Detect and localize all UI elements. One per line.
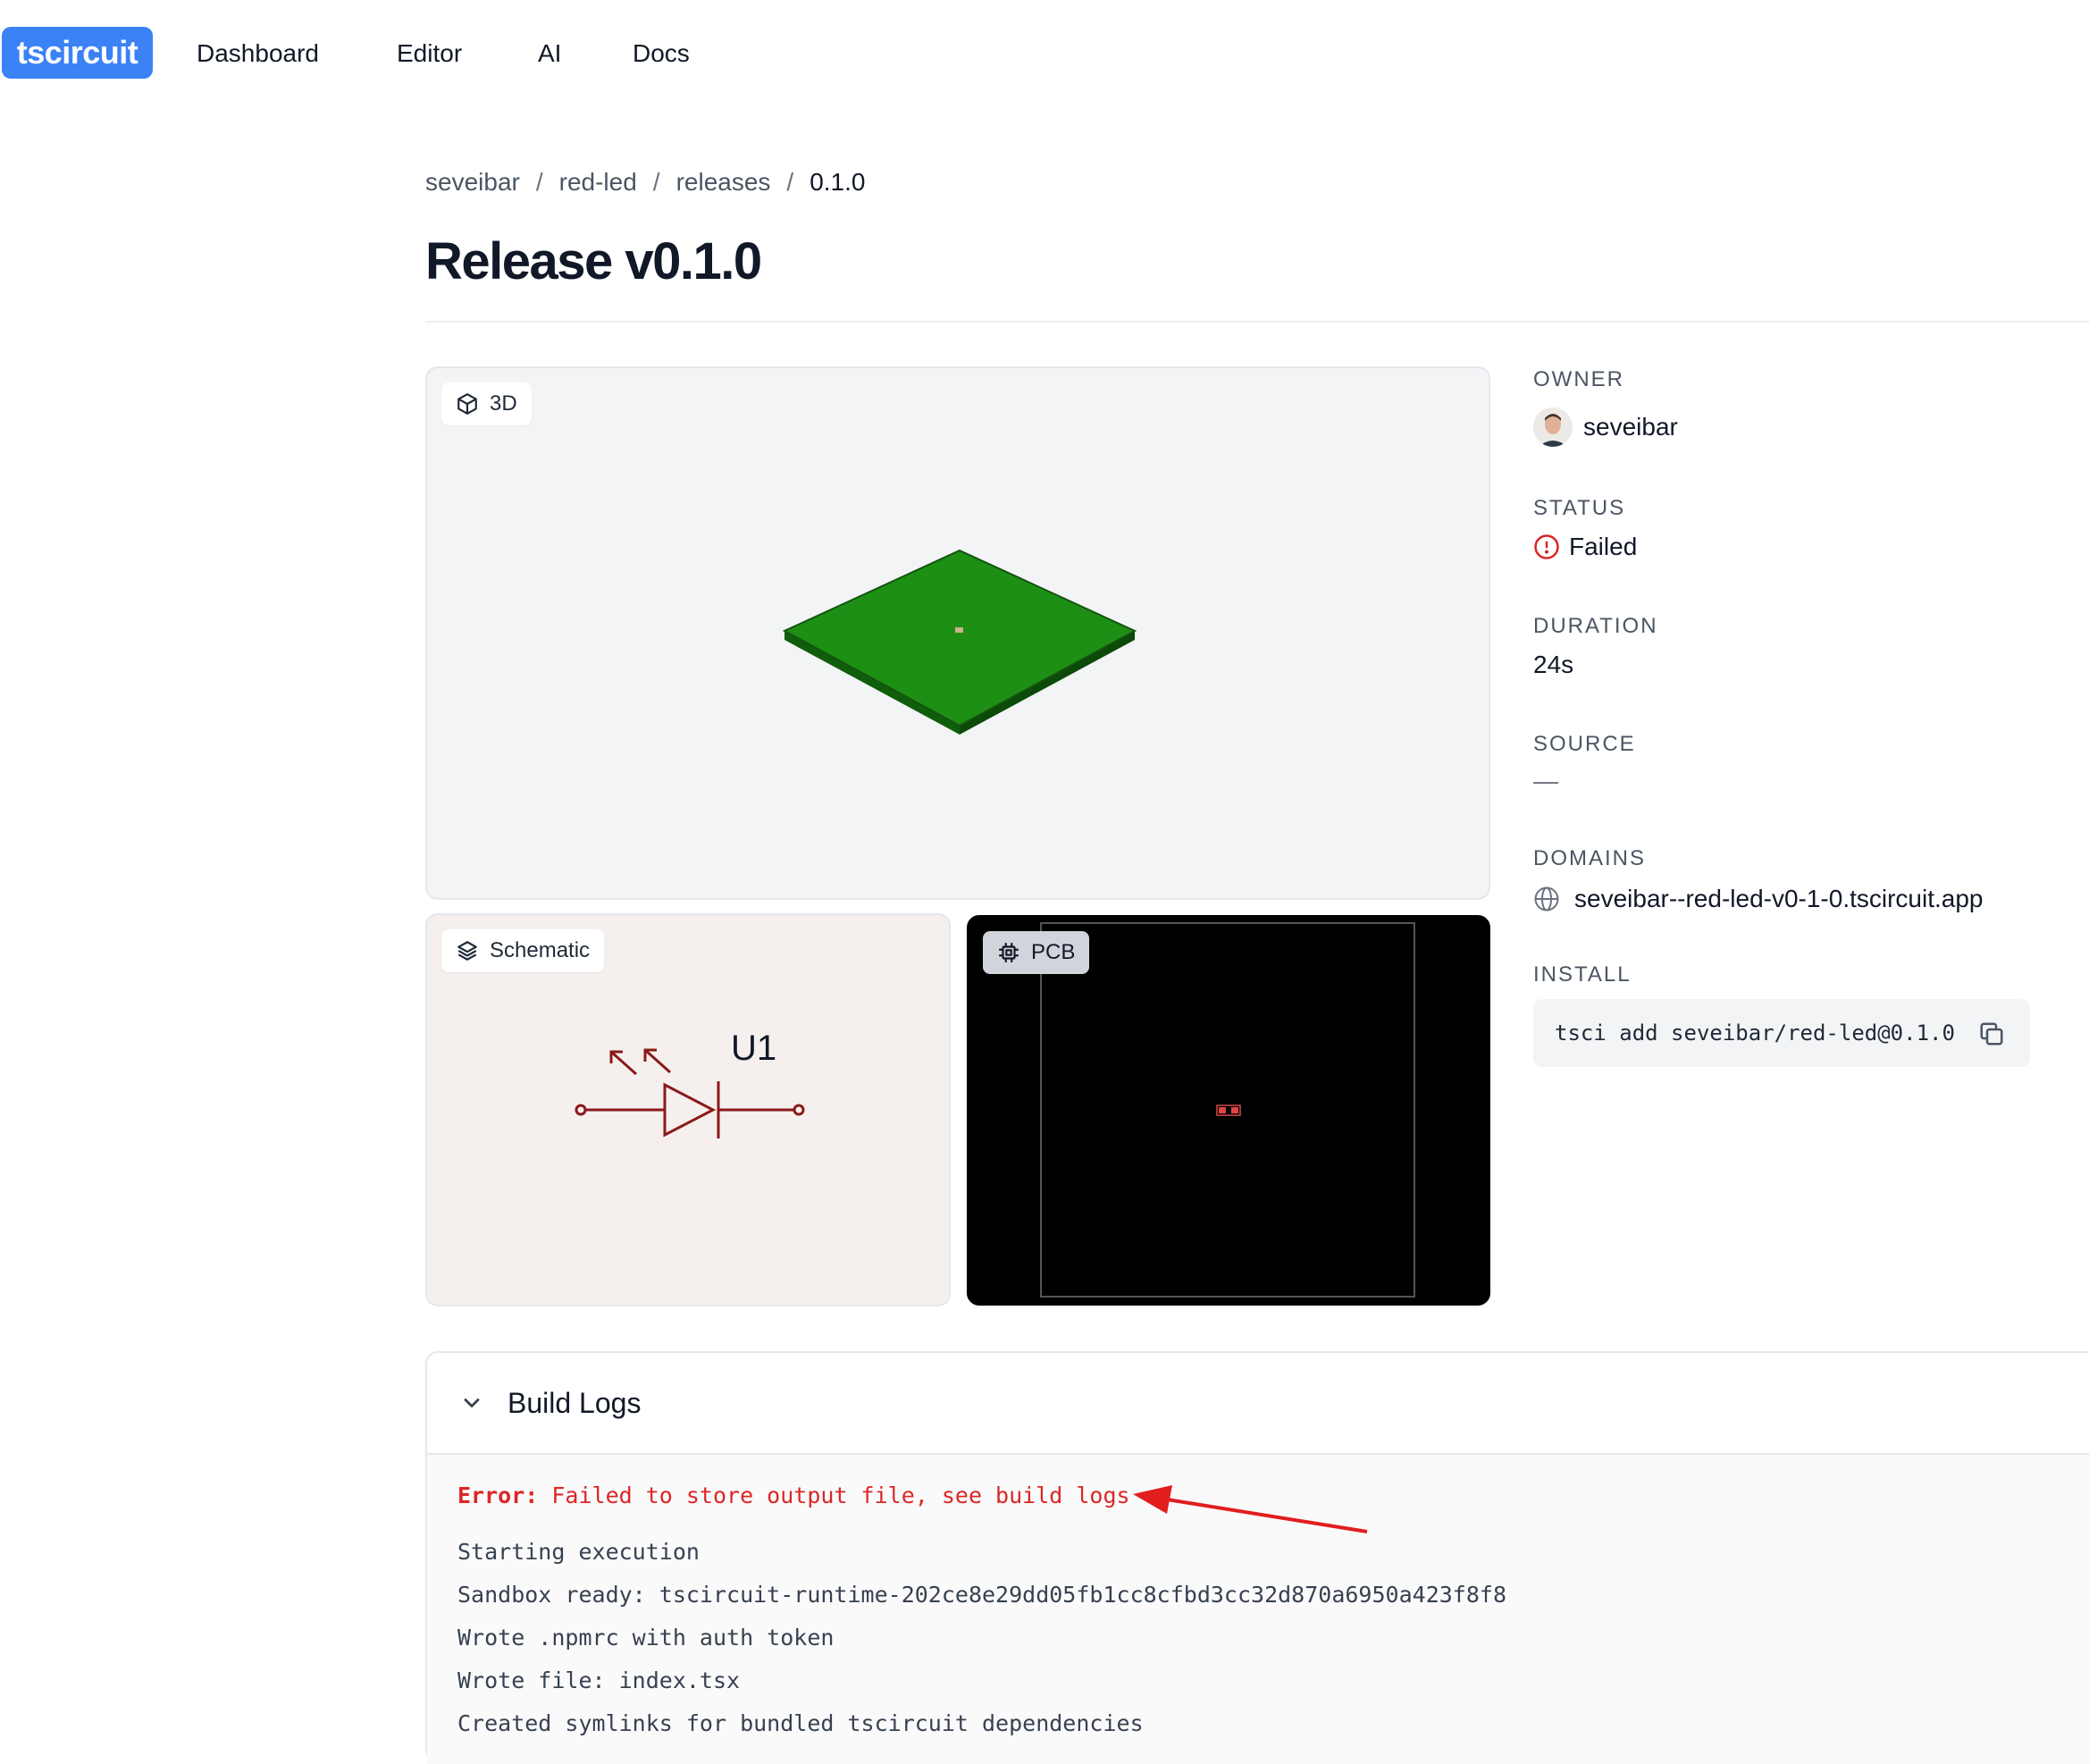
install-command-box: tsci add seveibar/red-led@0.1.0 xyxy=(1533,999,2030,1067)
breadcrumb: seveibar / red-led / releases / 0.1.0 xyxy=(425,166,865,198)
build-logs-title: Build Logs xyxy=(508,1387,642,1419)
schematic-ref-label: U1 xyxy=(731,1029,777,1068)
page-title: Release v0.1.0 xyxy=(425,232,762,290)
build-logs-header[interactable]: Build Logs xyxy=(427,1353,2089,1455)
preview-3d[interactable]: 3D xyxy=(425,366,1490,900)
log-line: Wrote file: index.tsx xyxy=(457,1667,741,1693)
nav-dashboard[interactable]: Dashboard xyxy=(197,38,319,70)
top-nav: tscircuit Dashboard Editor AI Docs xyxy=(0,0,2089,107)
breadcrumb-package[interactable]: red-led xyxy=(559,168,637,196)
owner-value[interactable]: seveibar xyxy=(1533,407,1678,447)
copy-icon[interactable] xyxy=(1978,1021,2005,1047)
status-label: STATUS xyxy=(1533,496,1626,520)
preview-schematic[interactable]: Schematic U1 xyxy=(425,913,951,1306)
nav-docs[interactable]: Docs xyxy=(633,38,690,70)
breadcrumb-owner[interactable]: seveibar xyxy=(425,168,520,196)
log-error-prefix: Error: xyxy=(457,1483,539,1508)
breadcrumb-current: 0.1.0 xyxy=(810,168,866,196)
avatar xyxy=(1533,407,1573,447)
log-line: Sandbox ready: tscircuit-runtime-202ce8e… xyxy=(457,1582,1506,1608)
nav-ai[interactable]: AI xyxy=(538,38,561,70)
log-line: Created symlinks for bundled tscircuit d… xyxy=(457,1710,1144,1736)
install-command[interactable]: tsci add seveibar/red-led@0.1.0 xyxy=(1555,1021,1955,1046)
domain-value[interactable]: seveibar--red-led-v0-1-0.tscircuit.app xyxy=(1574,883,1984,915)
install-label: INSTALL xyxy=(1533,962,1632,987)
source-value: — xyxy=(1533,767,1558,794)
chevron-down-icon[interactable] xyxy=(459,1390,484,1415)
led-symbol xyxy=(575,1048,805,1138)
breadcrumb-separator: / xyxy=(535,168,543,196)
user-avatar-icon xyxy=(1533,407,1573,447)
owner-label: OWNER xyxy=(1533,367,1624,391)
domain-link[interactable]: seveibar--red-led-v0-1-0.tscircuit.app xyxy=(1533,883,1984,915)
duration-label: DURATION xyxy=(1533,614,1658,638)
log-error-line: Error: Failed to store output file, see … xyxy=(457,1482,1130,1510)
status-badge: Failed xyxy=(1533,531,1637,563)
build-logs-panel: Build Logs Error: Failed to store output… xyxy=(425,1351,2089,1764)
preview-pcb[interactable]: PCB xyxy=(967,915,1490,1306)
log-error-message: Failed to store output file, see build l… xyxy=(538,1483,1130,1508)
log-line: Starting execution xyxy=(457,1539,700,1565)
pcb-board-3d xyxy=(782,549,1137,735)
duration-value: 24s xyxy=(1533,651,1574,678)
breadcrumb-releases[interactable]: releases xyxy=(676,168,771,196)
globe-icon xyxy=(1534,886,1559,911)
breadcrumb-separator: / xyxy=(786,168,794,196)
annotation-arrow xyxy=(1133,1485,1368,1533)
logo[interactable]: tscircuit xyxy=(2,27,153,79)
title-divider xyxy=(425,321,2089,323)
breadcrumb-separator: / xyxy=(652,168,660,196)
status-value: Failed xyxy=(1569,533,1638,560)
log-line: Wrote .npmrc with auth token xyxy=(457,1625,835,1651)
alert-circle-icon xyxy=(1534,534,1559,559)
pcb-footprint xyxy=(1216,1105,1241,1116)
owner-name[interactable]: seveibar xyxy=(1583,411,1678,443)
nav-editor[interactable]: Editor xyxy=(397,38,462,70)
source-label: SOURCE xyxy=(1533,732,1636,756)
domains-label: DOMAINS xyxy=(1533,846,1647,870)
